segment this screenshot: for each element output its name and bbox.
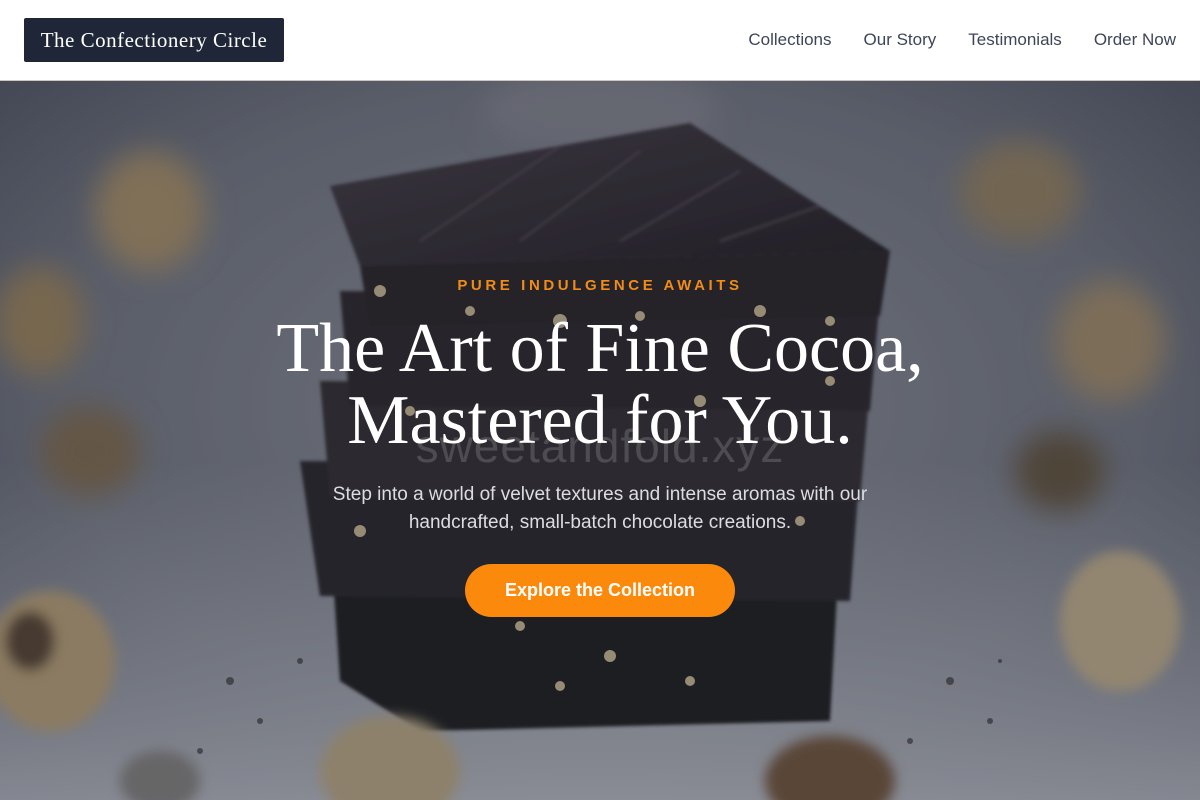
hero-headline-line-2: Mastered for You. [347, 382, 853, 459]
nav-link-collections[interactable]: Collections [748, 30, 831, 50]
site-header: The Confectionery Circle Collections Our… [0, 0, 1200, 81]
nav-link-our-story[interactable]: Our Story [864, 30, 937, 50]
hero-section: PURE INDULGENCE AWAITS sweetandfold.xyz … [0, 81, 1200, 800]
site-logo[interactable]: The Confectionery Circle [24, 18, 284, 62]
hero-subtext: Step into a world of velvet textures and… [332, 484, 868, 533]
hero-headline: The Art of Fine Cocoa, Mastered for You. [200, 313, 1000, 457]
hero-eyebrow: PURE INDULGENCE AWAITS [457, 277, 743, 294]
hero-headline-line-1: The Art of Fine Cocoa, [276, 310, 924, 387]
main-nav: Collections Our Story Testimonials Order… [748, 0, 1176, 80]
explore-collection-button[interactable]: Explore the Collection [465, 564, 735, 617]
nav-link-order-now[interactable]: Order Now [1094, 30, 1176, 50]
nav-link-testimonials[interactable]: Testimonials [968, 30, 1062, 50]
